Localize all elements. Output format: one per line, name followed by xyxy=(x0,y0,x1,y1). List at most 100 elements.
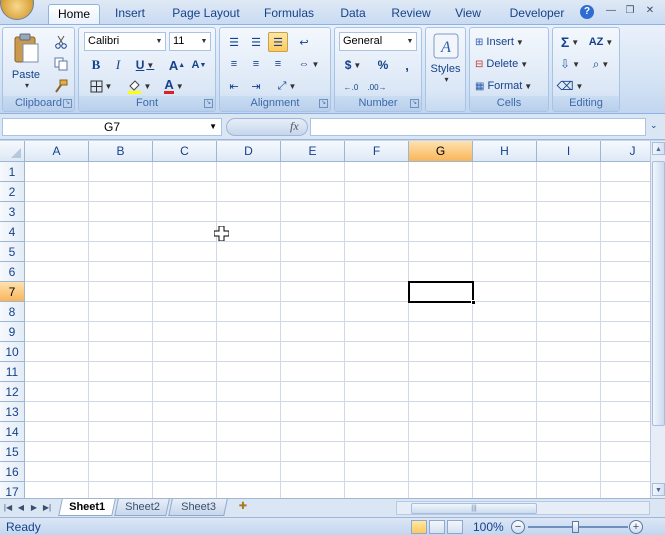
column-header-f[interactable]: F xyxy=(345,141,409,162)
format-cells-button[interactable]: ▦ Format ▼ xyxy=(474,76,544,96)
bottom-align-icon[interactable]: ☰ xyxy=(268,32,288,52)
column-header-h[interactable]: H xyxy=(473,141,537,162)
name-box[interactable]: G7 ▼ xyxy=(2,118,222,136)
insert-function-icon[interactable]: fx xyxy=(290,119,299,134)
scroll-up-icon[interactable]: ▲ xyxy=(652,142,665,155)
fill-color-button[interactable]: ▼ xyxy=(123,76,155,96)
page-break-view-icon[interactable] xyxy=(447,520,463,534)
dialog-launcher-icon[interactable]: ↘ xyxy=(63,99,72,108)
font-name-combo[interactable]: Calibri ▼ xyxy=(84,32,166,51)
delete-cells-button[interactable]: ⊟ Delete ▼ xyxy=(474,54,544,74)
currency-button[interactable]: $ ▼ xyxy=(339,55,367,75)
close-icon[interactable]: ✕ xyxy=(643,4,657,18)
sheet-tab-sheet1[interactable]: Sheet1 xyxy=(58,499,116,516)
row-header-9[interactable]: 9 xyxy=(0,322,25,342)
grow-font-icon[interactable]: A ▲ xyxy=(167,55,187,75)
copy-button[interactable] xyxy=(51,54,71,74)
clear-icon[interactable]: ⌫ ▼ xyxy=(557,76,584,96)
orientation-icon[interactable]: ⤢ ▼ xyxy=(272,76,302,96)
chevron-down-icon[interactable]: ▼ xyxy=(198,33,210,50)
middle-align-icon[interactable]: ☰ xyxy=(246,32,266,52)
horizontal-scroll-thumb[interactable]: ||| xyxy=(411,503,537,514)
tab-developer[interactable]: Developer xyxy=(503,4,571,24)
column-header-b[interactable]: B xyxy=(89,141,153,162)
decrease-decimal-icon[interactable]: .00→ xyxy=(365,77,389,97)
restore-icon[interactable]: ❐ xyxy=(623,4,637,18)
dialog-launcher-icon[interactable]: ↘ xyxy=(204,99,213,108)
next-sheet-icon[interactable]: ▶ xyxy=(29,502,39,514)
normal-view-icon[interactable] xyxy=(411,520,427,534)
underline-icon[interactable]: U ▼ xyxy=(131,55,159,75)
prev-sheet-icon[interactable]: ◀ xyxy=(16,502,26,514)
tab-review[interactable]: Review xyxy=(386,4,436,24)
font-color-button[interactable]: A ▼ xyxy=(159,76,189,96)
tab-insert[interactable]: Insert xyxy=(108,4,152,24)
column-header-c[interactable]: C xyxy=(153,141,217,162)
select-all-button[interactable] xyxy=(0,141,25,162)
column-header-d[interactable]: D xyxy=(217,141,281,162)
sort-filter-icon[interactable]: AZ ▼ xyxy=(587,32,615,52)
dialog-launcher-icon[interactable]: ↘ xyxy=(319,99,328,108)
comma-style-icon[interactable]: , xyxy=(397,55,417,75)
zoom-slider-thumb[interactable] xyxy=(572,521,579,533)
shrink-font-icon[interactable]: A ▼ xyxy=(189,55,209,75)
row-header-1[interactable]: 1 xyxy=(0,162,25,182)
office-button[interactable] xyxy=(0,0,34,20)
borders-button[interactable]: ▼ xyxy=(86,76,116,96)
increase-decimal-icon[interactable]: ←.0 xyxy=(339,77,363,97)
zoom-in-icon[interactable]: + xyxy=(629,520,643,534)
row-header-4[interactable]: 4 xyxy=(0,222,25,242)
selected-cell-outline[interactable] xyxy=(408,281,474,303)
merge-center-icon[interactable]: ⇔ ▼ xyxy=(294,54,324,74)
chevron-down-icon[interactable]: ▼ xyxy=(404,33,416,50)
row-header-17[interactable]: 17 xyxy=(0,482,25,498)
row-header-13[interactable]: 13 xyxy=(0,402,25,422)
tab-data[interactable]: Data xyxy=(334,4,372,24)
formula-input[interactable] xyxy=(310,118,646,136)
row-header-10[interactable]: 10 xyxy=(0,342,25,362)
row-header-12[interactable]: 12 xyxy=(0,382,25,402)
help-icon[interactable]: ? xyxy=(580,5,594,19)
row-header-14[interactable]: 14 xyxy=(0,422,25,442)
minimize-icon[interactable]: — xyxy=(604,4,618,18)
column-header-e[interactable]: E xyxy=(281,141,345,162)
column-header-g[interactable]: G xyxy=(409,141,473,162)
row-header-16[interactable]: 16 xyxy=(0,462,25,482)
row-header-5[interactable]: 5 xyxy=(0,242,25,262)
decrease-indent-icon[interactable]: ⇤ xyxy=(224,76,244,96)
horizontal-scrollbar[interactable]: ||| xyxy=(396,501,650,515)
insert-cells-button[interactable]: ⊞ Insert ▼ xyxy=(474,32,544,52)
align-right-icon[interactable]: ≡ xyxy=(268,54,288,74)
fill-icon[interactable]: ⇩ ▼ xyxy=(557,54,583,74)
sheet-tab-sheet3[interactable]: Sheet3 xyxy=(168,499,228,516)
paste-button[interactable]: Paste ▾ xyxy=(9,32,43,92)
format-painter-button[interactable] xyxy=(51,76,71,96)
row-header-2[interactable]: 2 xyxy=(0,182,25,202)
dialog-launcher-icon[interactable]: ↘ xyxy=(410,99,419,108)
row-header-6[interactable]: 6 xyxy=(0,262,25,282)
column-header-a[interactable]: A xyxy=(25,141,89,162)
column-header-i[interactable]: I xyxy=(537,141,601,162)
font-size-combo[interactable]: 11 ▼ xyxy=(169,32,211,51)
autosum-icon[interactable]: Σ ▼ xyxy=(557,32,583,52)
sheet-tab-sheet2[interactable]: Sheet2 xyxy=(114,499,170,516)
align-center-icon[interactable]: ≡ xyxy=(246,54,266,74)
worksheet-grid[interactable]: ABCDEFGHIJ 1 2 3 4 5 6 7 8 9 10 11 12 13 14 15 16 17 xyxy=(0,141,650,498)
column-header-j[interactable]: J xyxy=(601,141,650,162)
styles-button[interactable]: A Styles ▾ xyxy=(428,32,463,94)
wrap-text-icon[interactable]: ↩ xyxy=(294,32,314,52)
increase-indent-icon[interactable]: ⇥ xyxy=(246,76,266,96)
bold-icon[interactable]: B xyxy=(86,55,106,75)
expand-formula-bar-icon[interactable]: ⌄ xyxy=(650,120,658,131)
cut-button[interactable] xyxy=(51,32,71,52)
tab-formulas[interactable]: Formulas xyxy=(258,4,320,24)
align-left-icon[interactable]: ≡ xyxy=(224,54,244,74)
last-sheet-icon[interactable]: ▶| xyxy=(42,502,52,514)
vertical-scroll-thumb[interactable] xyxy=(652,161,665,426)
first-sheet-icon[interactable]: |◀ xyxy=(3,502,13,514)
scroll-down-icon[interactable]: ▼ xyxy=(652,483,665,496)
row-header-3[interactable]: 3 xyxy=(0,202,25,222)
zoom-out-icon[interactable]: − xyxy=(511,520,525,534)
row-header-7[interactable]: 7 xyxy=(0,282,25,302)
tab-page-layout[interactable]: Page Layout xyxy=(168,4,244,24)
